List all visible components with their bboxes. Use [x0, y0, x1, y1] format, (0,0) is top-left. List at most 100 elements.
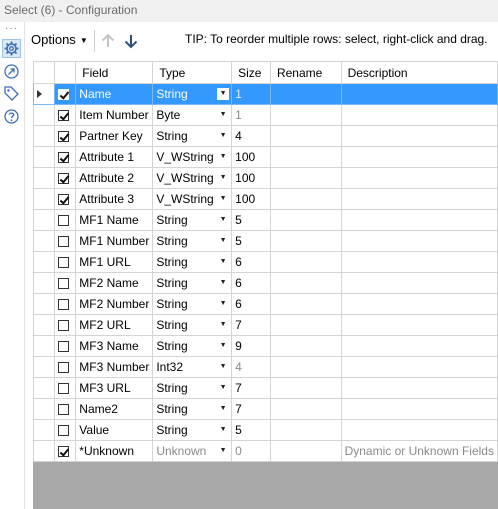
rename-cell[interactable] — [269, 167, 342, 189]
type-dropdown[interactable]: String ▼ — [152, 398, 233, 420]
type-dropdown[interactable]: String ▼ — [152, 251, 233, 273]
rename-cell[interactable] — [269, 293, 342, 315]
rename-cell[interactable] — [269, 230, 342, 252]
row-checkbox[interactable] — [54, 440, 77, 462]
description-cell[interactable] — [340, 188, 498, 210]
table-row[interactable]: MF3 URL String ▼ 7 — [32, 377, 498, 399]
row-checkbox[interactable] — [54, 356, 77, 378]
rename-cell[interactable] — [269, 440, 342, 462]
size-cell[interactable]: 6 — [231, 293, 271, 315]
checkbox-icon[interactable] — [58, 404, 70, 416]
row-checkbox[interactable] — [54, 188, 77, 210]
size-cell[interactable]: 6 — [231, 251, 271, 273]
options-menu-button[interactable]: Options ▼ — [31, 32, 88, 49]
checkbox-icon[interactable] — [58, 215, 70, 227]
dropdown-arrow-icon[interactable]: ▼ — [217, 319, 229, 331]
row-checkbox[interactable] — [54, 314, 77, 336]
type-dropdown[interactable]: String ▼ — [152, 419, 233, 441]
description-cell[interactable] — [340, 125, 498, 147]
rename-cell[interactable] — [269, 398, 342, 420]
table-row[interactable]: MF1 Number String ▼ 5 — [32, 230, 498, 252]
row-checkbox[interactable] — [54, 104, 77, 126]
checkbox-icon[interactable] — [58, 110, 70, 122]
dropdown-arrow-icon[interactable]: ▼ — [217, 403, 229, 415]
dropdown-arrow-icon[interactable]: ▼ — [217, 130, 229, 142]
checkbox-icon[interactable] — [58, 152, 70, 164]
size-cell[interactable]: 5 — [231, 230, 271, 252]
rename-cell[interactable] — [269, 125, 342, 147]
description-cell[interactable] — [340, 377, 498, 399]
checkbox-icon[interactable] — [58, 446, 70, 458]
size-cell[interactable]: 0 — [231, 440, 271, 462]
checkbox-icon[interactable] — [58, 341, 70, 353]
table-row[interactable]: *Unknown Unknown ▼ 0 Dynamic or Unknown Fiel… — [32, 440, 498, 462]
table-row[interactable]: Item Number Byte ▼ 1 — [32, 104, 498, 126]
table-row[interactable]: Attribute 1 V_WString ▼ 100 — [32, 146, 498, 168]
move-up-button[interactable] — [99, 32, 117, 53]
description-cell[interactable] — [340, 251, 498, 273]
type-dropdown[interactable]: String ▼ — [152, 314, 233, 336]
table-row[interactable]: Partner Key String ▼ 4 — [32, 125, 498, 147]
description-cell[interactable] — [340, 146, 498, 168]
dropdown-arrow-icon[interactable]: ▼ — [217, 340, 229, 352]
type-dropdown[interactable]: V_WString ▼ — [152, 188, 233, 210]
dropdown-arrow-icon[interactable]: ▼ — [217, 151, 229, 163]
dropdown-arrow-icon[interactable]: ▼ — [217, 88, 230, 100]
checkbox-icon[interactable] — [58, 89, 70, 101]
type-dropdown[interactable]: String ▼ — [152, 272, 233, 294]
dropdown-arrow-icon[interactable]: ▼ — [217, 445, 229, 457]
description-cell[interactable] — [340, 356, 498, 378]
type-dropdown[interactable]: String ▼ — [152, 230, 233, 252]
row-checkbox[interactable] — [54, 377, 77, 399]
dropdown-arrow-icon[interactable]: ▼ — [217, 361, 229, 373]
dropdown-arrow-icon[interactable]: ▼ — [217, 298, 229, 310]
size-cell[interactable]: 100 — [231, 167, 271, 189]
table-row[interactable]: MF3 Number Int32 ▼ 4 — [32, 356, 498, 378]
rename-cell[interactable] — [269, 377, 342, 399]
rename-cell[interactable] — [269, 314, 342, 336]
type-dropdown[interactable]: String ▼ — [152, 209, 233, 231]
rename-cell[interactable] — [269, 188, 342, 210]
type-dropdown[interactable]: String ▼ — [152, 293, 233, 315]
table-row[interactable]: MF3 Name String ▼ 9 — [32, 335, 498, 357]
row-checkbox[interactable] — [54, 83, 77, 105]
table-row[interactable]: MF2 Name String ▼ 6 — [32, 272, 498, 294]
checkbox-icon[interactable] — [58, 257, 70, 269]
type-dropdown[interactable]: Byte ▼ — [152, 104, 233, 126]
rename-cell[interactable] — [269, 335, 342, 357]
type-dropdown[interactable]: String ▼ — [152, 125, 233, 147]
description-cell[interactable] — [340, 335, 498, 357]
tool-arrow-icon[interactable] — [3, 63, 20, 80]
type-dropdown[interactable]: String ▼ — [152, 83, 233, 105]
row-checkbox[interactable] — [54, 146, 77, 168]
checkbox-icon[interactable] — [58, 131, 70, 143]
gear-icon[interactable] — [2, 39, 21, 58]
table-row[interactable]: Attribute 2 V_WString ▼ 100 — [32, 167, 498, 189]
dropdown-arrow-icon[interactable]: ▼ — [217, 193, 229, 205]
rename-cell[interactable] — [269, 104, 342, 126]
checkbox-icon[interactable] — [58, 173, 70, 185]
type-dropdown[interactable]: V_WString ▼ — [152, 146, 233, 168]
table-row[interactable]: MF2 URL String ▼ 7 — [32, 314, 498, 336]
table-row[interactable]: Name String ▼ 1 — [32, 83, 498, 105]
row-checkbox[interactable] — [54, 398, 77, 420]
size-cell[interactable]: 5 — [231, 419, 271, 441]
rename-cell[interactable] — [269, 251, 342, 273]
size-cell[interactable]: 7 — [231, 398, 271, 420]
checkbox-icon[interactable] — [58, 299, 70, 311]
row-checkbox[interactable] — [54, 251, 77, 273]
description-cell[interactable] — [340, 230, 498, 252]
table-row[interactable]: Value String ▼ 5 — [32, 419, 498, 441]
header-rename[interactable]: Rename — [269, 61, 342, 84]
size-cell[interactable]: 4 — [231, 356, 271, 378]
rename-cell[interactable] — [269, 209, 342, 231]
type-dropdown[interactable]: Unknown ▼ — [152, 440, 233, 462]
dropdown-arrow-icon[interactable]: ▼ — [217, 277, 229, 289]
rename-cell[interactable] — [269, 356, 342, 378]
row-checkbox[interactable] — [54, 125, 77, 147]
description-cell[interactable] — [340, 209, 498, 231]
checkbox-icon[interactable] — [58, 362, 70, 374]
type-dropdown[interactable]: String ▼ — [152, 377, 233, 399]
table-row[interactable]: MF2 Number String ▼ 6 — [32, 293, 498, 315]
header-type[interactable]: Type — [152, 61, 233, 84]
